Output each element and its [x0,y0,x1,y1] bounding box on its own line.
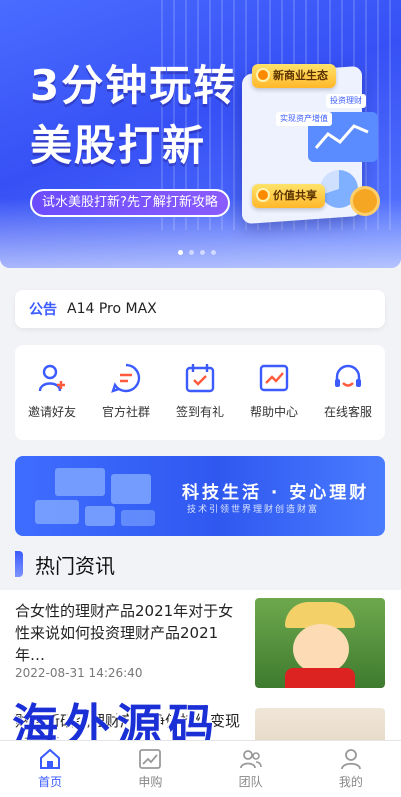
news-thumbnail [255,598,385,688]
tab-subscribe[interactable]: 申购 [100,741,200,797]
tab-home[interactable]: 首页 [0,741,100,797]
chart-trend-icon [257,361,291,395]
user-icon [339,747,363,771]
menu-item-label: 官方社群 [101,405,150,419]
chat-group-icon [109,361,143,395]
banner-tag: 价值共享 [252,184,325,208]
menu-item-community[interactable]: 官方社群 [94,361,158,440]
banner-mini-tag: 投资理财 [326,94,366,108]
menu-item-label: 在线客服 [323,405,372,419]
news-heading: 热门资讯 [35,553,115,578]
banner-title-line1: 3分钟玩转 [30,61,238,110]
calendar-check-icon [183,361,217,395]
coin-icon [350,186,380,216]
announcement-label: 公告 [29,302,57,318]
banner-guide-pill[interactable]: 试水美股打新?先了解打新攻略 [30,189,230,217]
headset-icon [331,361,365,395]
tab-label: 我的 [338,775,363,789]
tab-label: 团队 [238,775,263,789]
carousel-dot[interactable] [211,250,216,255]
carousel-dot[interactable] [189,250,194,255]
promo-banner[interactable]: 科技生活 · 安心理财 技术引领世界理财创造财富 [15,456,385,536]
home-icon [38,747,62,771]
banner-tag: 新商业生态 [252,64,336,88]
tab-label: 首页 [38,775,63,789]
quick-menu: 邀请好友 官方社群 签到有礼 帮助中心 在线客服 [15,345,385,440]
carousel-indicator[interactable] [178,250,216,255]
coin-icon [256,68,270,82]
promo-illustration [25,464,165,530]
menu-item-label: 帮助中心 [249,405,298,419]
add-user-icon [35,361,69,395]
team-icon [239,747,263,771]
tab-label: 申购 [138,775,163,789]
section-accent-bar [15,551,23,577]
announcement-text[interactable]: A14 Pro MAX [67,301,157,317]
menu-item-checkin[interactable]: 签到有礼 [168,361,232,440]
tab-profile[interactable]: 我的 [301,741,401,797]
menu-item-invite[interactable]: 邀请好友 [20,361,84,440]
banner-title-line2: 美股打新 [30,121,207,170]
promo-title: 科技生活 · 安心理财 [182,483,370,503]
news-item-date: 2022-08-31 14:26:40 [15,666,143,680]
news-thumbnail [255,708,385,740]
news-section-header: 热门资讯 [15,550,115,578]
menu-item-label: 签到有礼 [175,405,224,419]
banner-tag-label: 价值共享 [273,189,317,202]
carousel-dot[interactable] [178,250,183,255]
announcement-bar[interactable]: 公告 A14 Pro MAX [15,290,385,328]
news-item-title: 合女性的理财产品2021年对于女性来说如何投资理财产品2021年… [15,602,234,664]
bottom-tab-bar: 首页 申购 团队 我的 [0,740,401,797]
promo-subtitle: 技术引领世界理财创造财富 [187,505,320,515]
menu-item-help[interactable]: 帮助中心 [242,361,306,440]
trend-icon [138,747,162,771]
banner-tag-label: 新商业生态 [273,69,328,82]
news-item[interactable]: 合女性的理财产品2021年对于女性来说如何投资理财产品2021年… 2022-0… [0,590,401,700]
coin-icon [256,188,270,202]
menu-item-label: 邀请好友 [27,405,76,419]
tab-team[interactable]: 团队 [201,741,301,797]
hero-banner[interactable]: 3分钟玩转 美股打新 试水美股打新?先了解打新攻略 投资理财 实现资产增值 新商… [0,0,401,268]
carousel-dot[interactable] [200,250,205,255]
menu-item-support[interactable]: 在线客服 [316,361,380,440]
banner-mini-tag: 实现资产增值 [276,112,332,126]
